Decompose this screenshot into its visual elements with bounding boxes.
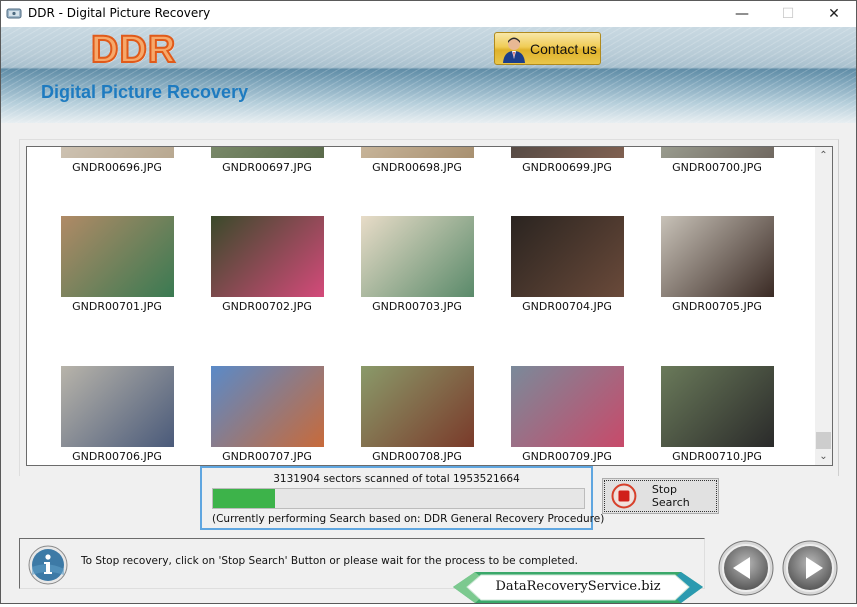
photo-thumbnail-image[interactable] xyxy=(660,216,774,297)
photo-filename: GNDR00698.JPG xyxy=(372,161,462,174)
app-window: DDR - Digital Picture Recovery — ☐ ✕ DDR… xyxy=(0,0,857,604)
photo-thumbnail-image[interactable] xyxy=(510,366,624,447)
brand-text: DataRecoveryService.biz xyxy=(495,579,661,594)
photo-thumbnail-item[interactable]: GNDR00699.JPG xyxy=(492,147,642,175)
photo-thumbnail-image[interactable] xyxy=(60,216,174,297)
photo-thumbnail-image[interactable] xyxy=(510,216,624,297)
photo-thumbnail-image[interactable] xyxy=(210,366,324,447)
info-message: To Stop recovery, click on 'Stop Search'… xyxy=(81,555,578,567)
progress-bar xyxy=(212,488,585,509)
stop-icon xyxy=(611,483,637,509)
maximize-icon: ☐ xyxy=(781,6,795,22)
photo-thumbnail-item[interactable]: GNDR00708.JPG xyxy=(342,366,492,464)
scan-progress-panel: 3131904 sectors scanned of total 1953521… xyxy=(200,466,604,530)
chevron-down-icon: ⌄ xyxy=(819,451,828,462)
product-title: Digital Picture Recovery xyxy=(41,82,249,102)
close-button[interactable]: ✕ xyxy=(811,1,857,27)
photo-thumbnail-image[interactable] xyxy=(360,216,474,297)
photo-thumbnail-image[interactable] xyxy=(660,147,774,158)
photo-filename: GNDR00701.JPG xyxy=(72,300,162,313)
photo-thumbnail-image[interactable] xyxy=(360,366,474,447)
photo-thumbnail-image[interactable] xyxy=(210,147,324,158)
photo-thumbnail-image[interactable] xyxy=(360,147,474,158)
maximize-button[interactable]: ☐ xyxy=(765,1,811,27)
photo-filename: GNDR00705.JPG xyxy=(672,300,762,313)
stop-search-label: Stop Search xyxy=(651,483,690,509)
photo-thumbnail-item[interactable]: GNDR00696.JPG xyxy=(42,147,192,175)
info-icon xyxy=(28,545,68,585)
photo-filename: GNDR00710.JPG xyxy=(672,450,762,463)
photo-filename: GNDR00702.JPG xyxy=(222,300,312,313)
photo-thumbnail-item[interactable]: GNDR00700.JPG xyxy=(642,147,792,175)
gallery-scrollbar[interactable]: ⌃ ⌄ xyxy=(815,147,832,465)
photo-thumbnail-image[interactable] xyxy=(660,366,774,447)
minimize-icon: — xyxy=(735,6,749,22)
procedure-text: (Currently performing Search based on: D… xyxy=(212,513,605,525)
minimize-button[interactable]: — xyxy=(719,1,765,27)
photo-thumbnail-item[interactable]: GNDR00706.JPG xyxy=(42,366,192,464)
photo-thumbnail-item[interactable]: GNDR00702.JPG xyxy=(192,216,342,314)
photo-thumbnail-image[interactable] xyxy=(210,216,324,297)
contact-us-button[interactable]: Contact us xyxy=(494,32,601,65)
title-bar: DDR - Digital Picture Recovery — ☐ ✕ xyxy=(1,1,856,27)
photo-filename: GNDR00704.JPG xyxy=(522,300,612,313)
window-title: DDR - Digital Picture Recovery xyxy=(28,6,211,20)
brand-banner[interactable]: DataRecoveryService.biz xyxy=(453,572,703,603)
back-button[interactable] xyxy=(718,540,774,596)
photo-thumbnail-item[interactable]: GNDR00707.JPG xyxy=(192,366,342,464)
sectors-scanned-text: 3131904 sectors scanned of total 1953521… xyxy=(273,473,520,485)
progress-bar-fill xyxy=(213,489,275,508)
photo-filename: GNDR00707.JPG xyxy=(222,450,312,463)
photo-thumbnail-item[interactable]: GNDR00704.JPG xyxy=(492,216,642,314)
contact-us-label: Contact us xyxy=(530,40,597,57)
chevron-up-icon: ⌃ xyxy=(819,150,828,161)
photo-filename: GNDR00699.JPG xyxy=(522,161,612,174)
photo-filename: GNDR00696.JPG xyxy=(72,161,162,174)
photo-filename: GNDR00700.JPG xyxy=(672,161,762,174)
user-support-icon xyxy=(503,37,525,63)
ddr-logo: DDR xyxy=(90,28,177,72)
photo-thumbnail-item[interactable]: GNDR00710.JPG xyxy=(642,366,792,464)
app-icon xyxy=(6,8,22,19)
photo-thumbnail-image[interactable] xyxy=(510,147,624,158)
photo-filename: GNDR00703.JPG xyxy=(372,300,462,313)
photo-thumbnail-image[interactable] xyxy=(60,366,174,447)
recovered-photos-gallery[interactable]: GNDR00696.JPG GNDR00697.JPG GNDR00698.JPG G… xyxy=(26,146,833,466)
photo-thumbnail-image[interactable] xyxy=(60,147,174,158)
scroll-up-button[interactable]: ⌃ xyxy=(815,147,832,164)
photo-thumbnail-item[interactable]: GNDR00698.JPG xyxy=(342,147,492,175)
scrollbar-thumb[interactable] xyxy=(816,432,831,449)
photo-thumbnail-item[interactable]: GNDR00709.JPG xyxy=(492,366,642,464)
photo-thumbnail-item[interactable]: GNDR00701.JPG xyxy=(42,216,192,314)
photo-thumbnail-item[interactable]: GNDR00703.JPG xyxy=(342,216,492,314)
photo-filename: GNDR00708.JPG xyxy=(372,450,462,463)
header-banner: DDR Digital Picture Recovery Contact us xyxy=(1,27,856,123)
photo-filename: GNDR00697.JPG xyxy=(222,161,312,174)
photo-filename: GNDR00709.JPG xyxy=(522,450,612,463)
next-button[interactable] xyxy=(782,540,838,596)
photo-thumbnail-item[interactable]: GNDR00697.JPG xyxy=(192,147,342,175)
photo-thumbnail-item[interactable]: GNDR00705.JPG xyxy=(642,216,792,314)
photo-filename: GNDR00706.JPG xyxy=(72,450,162,463)
close-icon: ✕ xyxy=(828,6,840,22)
scroll-down-button[interactable]: ⌄ xyxy=(815,448,832,465)
stop-search-button[interactable]: Stop Search xyxy=(602,478,719,514)
